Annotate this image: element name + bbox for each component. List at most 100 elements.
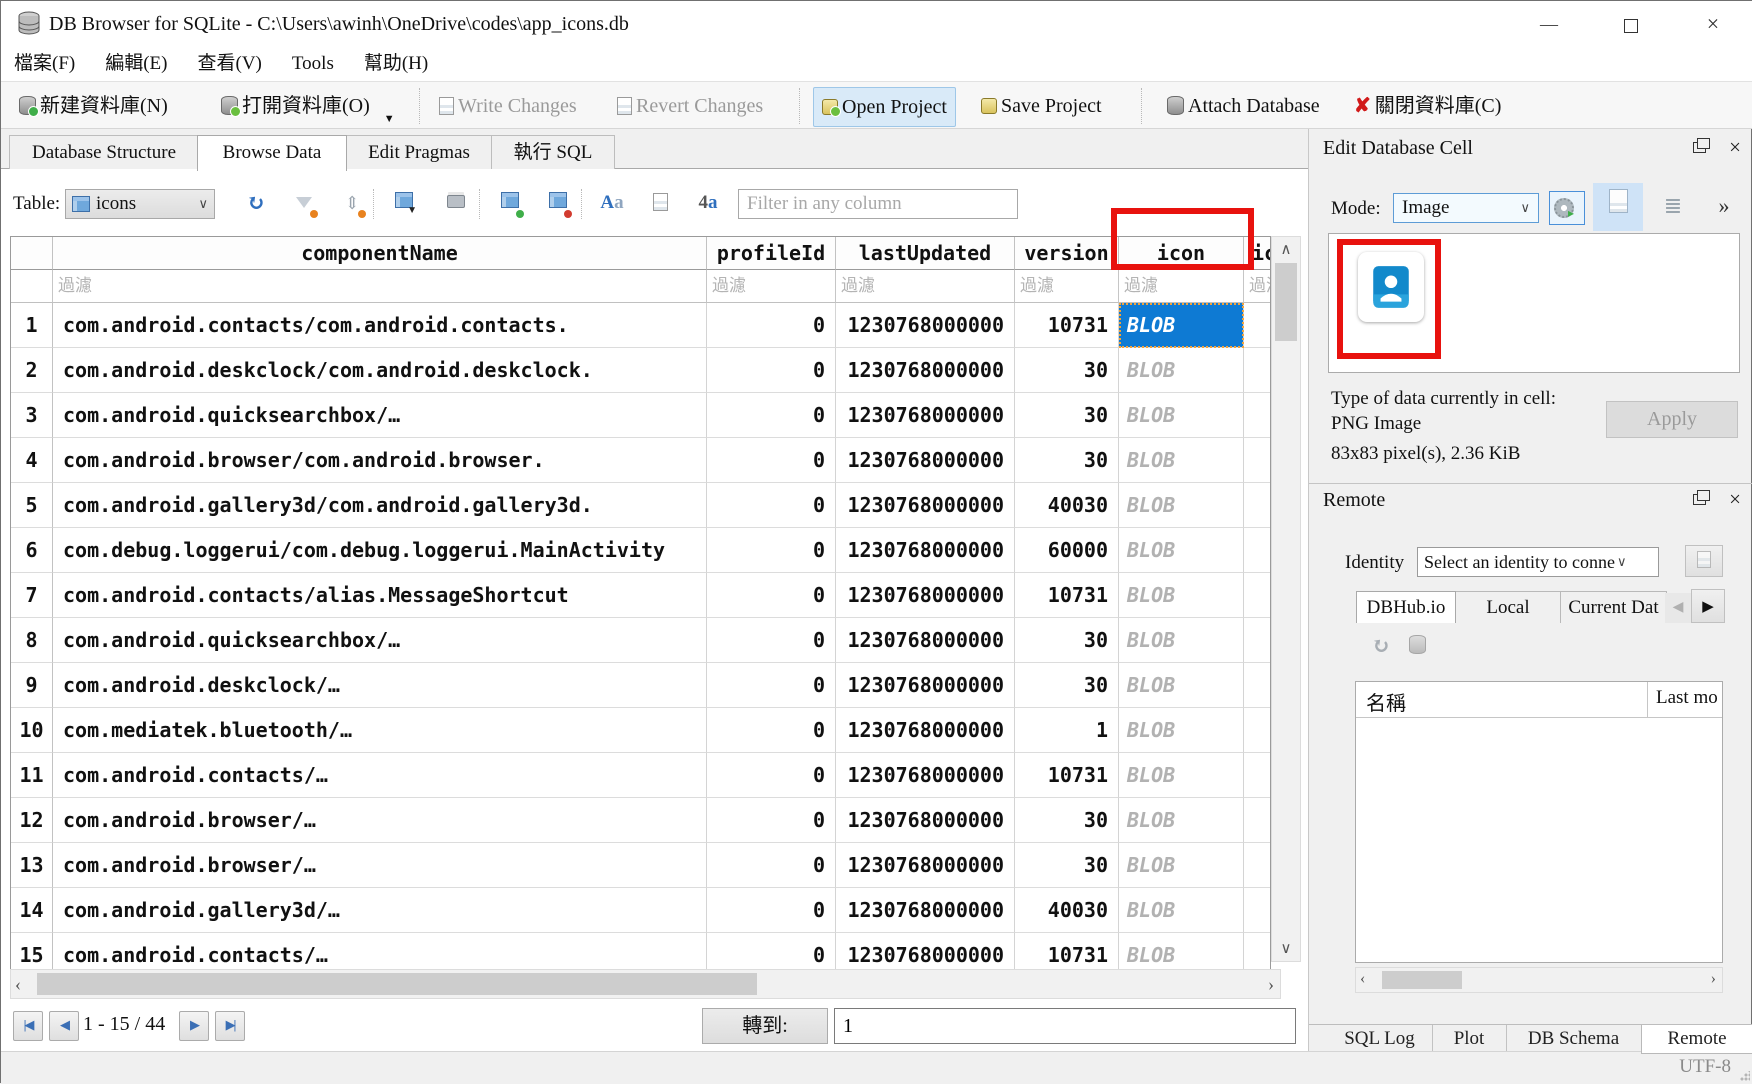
vertical-scroll-thumb[interactable]	[1275, 263, 1297, 341]
edit-display-format-button[interactable]: ▼	[389, 189, 419, 219]
close-remote-panel-icon[interactable]: ×	[1723, 487, 1747, 511]
tab-database-structure[interactable]: Database Structure	[9, 135, 199, 169]
text-mode-button[interactable]	[1593, 183, 1643, 231]
filter-input-componentName[interactable]	[53, 270, 707, 302]
cell-componentName[interactable]: com.android.gallery3d/com.android.galler…	[53, 483, 707, 528]
encoding-indicator[interactable]: UTF-8	[1679, 1056, 1731, 1078]
dock-tab-sql-log[interactable]: SQL Log	[1327, 1025, 1433, 1053]
column-header-icon[interactable]: icon	[1119, 237, 1244, 270]
cell-icon[interactable]: BLOB	[1119, 303, 1244, 348]
column-header-lastUpdated[interactable]: lastUpdated	[836, 237, 1015, 270]
cell-extra[interactable]	[1244, 573, 1270, 618]
row-number[interactable]: 2	[11, 348, 53, 393]
cell-version[interactable]: 30	[1015, 348, 1119, 393]
filter-input-partial[interactable]	[1244, 270, 1270, 302]
cell-componentName[interactable]: com.debug.loggerui/com.debug.loggerui.Ma…	[53, 528, 707, 573]
tab-scroll-right-button[interactable]: ▶	[1691, 589, 1725, 623]
float-panel-icon[interactable]	[1687, 136, 1711, 160]
insert-record-button[interactable]	[495, 189, 525, 219]
clear-filters-button[interactable]	[289, 189, 319, 219]
font-button[interactable]: Aa	[597, 189, 627, 219]
print-button[interactable]	[441, 189, 471, 219]
row-number[interactable]: 13	[11, 843, 53, 888]
cell-extra[interactable]	[1244, 303, 1270, 348]
cell-icon[interactable]: BLOB	[1119, 888, 1244, 933]
column-header-version[interactable]: version	[1015, 237, 1119, 270]
cell-componentName[interactable]: com.android.gallery3d/…	[53, 888, 707, 933]
cell-lastUpdated[interactable]: 1230768000000	[836, 348, 1015, 393]
filter-input-icon[interactable]	[1119, 270, 1244, 302]
cell-lastUpdated[interactable]: 1230768000000	[836, 483, 1015, 528]
maximize-button[interactable]	[1608, 9, 1654, 39]
goto-button[interactable]: 轉到:	[702, 1008, 828, 1044]
first-record-button[interactable]: |◀	[13, 1011, 43, 1041]
scroll-right-icon[interactable]: ›	[1268, 974, 1274, 995]
cell-profileId[interactable]: 0	[707, 753, 836, 798]
cell-extra[interactable]	[1244, 753, 1270, 798]
scroll-left-icon[interactable]: ‹	[15, 974, 21, 995]
cell-lastUpdated[interactable]: 1230768000000	[836, 708, 1015, 753]
cell-icon[interactable]: BLOB	[1119, 618, 1244, 663]
cell-extra[interactable]	[1244, 528, 1270, 573]
cell-componentName[interactable]: com.android.browser/…	[53, 798, 707, 843]
cell-version[interactable]: 10731	[1015, 303, 1119, 348]
cell-icon[interactable]: BLOB	[1119, 393, 1244, 438]
remote-scroll-thumb[interactable]	[1382, 971, 1462, 989]
cell-componentName[interactable]: com.android.browser/com.android.browser.	[53, 438, 707, 483]
cell-version[interactable]: 40030	[1015, 483, 1119, 528]
cell-extra[interactable]	[1244, 438, 1270, 483]
cell-profileId[interactable]: 0	[707, 843, 836, 888]
cell-lastUpdated[interactable]: 1230768000000	[836, 663, 1015, 708]
column-header-componentName[interactable]: componentName	[53, 237, 707, 270]
cell-lastUpdated[interactable]: 1230768000000	[836, 393, 1015, 438]
cell-lastUpdated[interactable]: 1230768000000	[836, 753, 1015, 798]
cell-componentName[interactable]: com.mediatek.bluetooth/…	[53, 708, 707, 753]
cell-version[interactable]: 10731	[1015, 753, 1119, 798]
cell-componentName[interactable]: com.android.quicksearchbox/…	[53, 618, 707, 663]
next-record-button[interactable]: ▶	[179, 1011, 209, 1041]
row-number[interactable]: 14	[11, 888, 53, 933]
cell-profileId[interactable]: 0	[707, 438, 836, 483]
revert-changes-button[interactable]: Revert Changes	[609, 87, 771, 125]
row-number[interactable]: 8	[11, 618, 53, 663]
cell-icon[interactable]: BLOB	[1119, 708, 1244, 753]
cell-icon[interactable]: BLOB	[1119, 438, 1244, 483]
remote-column-name[interactable]: 名稱	[1366, 687, 1406, 716]
identity-selector[interactable]: Select an identity to conne ∨	[1417, 547, 1659, 577]
cell-profileId[interactable]: 0	[707, 348, 836, 393]
scroll-left-icon[interactable]: ‹	[1360, 970, 1365, 988]
cell-version[interactable]: 30	[1015, 798, 1119, 843]
remote-clone-db-button[interactable]	[1409, 635, 1426, 656]
menu-file[interactable]: 檔案(F)	[1, 47, 88, 81]
row-number[interactable]: 10	[11, 708, 53, 753]
table-selector[interactable]: icons ∨	[65, 189, 215, 219]
remote-column-last-modified[interactable]: Last mo	[1656, 687, 1718, 709]
cell-componentName[interactable]: com.android.deskclock/…	[53, 663, 707, 708]
row-number[interactable]: 9	[11, 663, 53, 708]
cell-componentName[interactable]: com.android.contacts/…	[53, 753, 707, 798]
close-button[interactable]: ×	[1690, 9, 1736, 39]
goto-record-input[interactable]	[834, 1008, 1296, 1044]
row-number[interactable]: 1	[11, 303, 53, 348]
scroll-down-icon[interactable]: ∨	[1272, 939, 1300, 958]
cell-version[interactable]: 30	[1015, 618, 1119, 663]
cell-profileId[interactable]: 0	[707, 528, 836, 573]
save-filter-button[interactable]: ⇕	[337, 189, 367, 219]
new-database-button[interactable]: 新建資料庫(N)	[11, 87, 176, 125]
cell-profileId[interactable]: 0	[707, 618, 836, 663]
scroll-right-icon[interactable]: ›	[1711, 970, 1716, 988]
close-database-button[interactable]: ✘關閉資料庫(C)	[1346, 87, 1509, 125]
last-record-button[interactable]: ▶|	[215, 1011, 245, 1041]
row-number[interactable]: 4	[11, 438, 53, 483]
cell-extra[interactable]	[1244, 663, 1270, 708]
cell-extra[interactable]	[1244, 888, 1270, 933]
cell-componentName[interactable]: com.android.contacts/com.android.contact…	[53, 303, 707, 348]
horizontal-scroll-thumb[interactable]	[37, 973, 757, 995]
global-filter-input[interactable]	[738, 189, 1018, 219]
row-number[interactable]: 5	[11, 483, 53, 528]
cell-profileId[interactable]: 0	[707, 303, 836, 348]
cell-componentName[interactable]: com.android.browser/…	[53, 843, 707, 888]
cell-icon[interactable]: BLOB	[1119, 753, 1244, 798]
cell-lastUpdated[interactable]: 1230768000000	[836, 528, 1015, 573]
cell-componentName[interactable]: com.android.deskclock/com.android.deskcl…	[53, 348, 707, 393]
